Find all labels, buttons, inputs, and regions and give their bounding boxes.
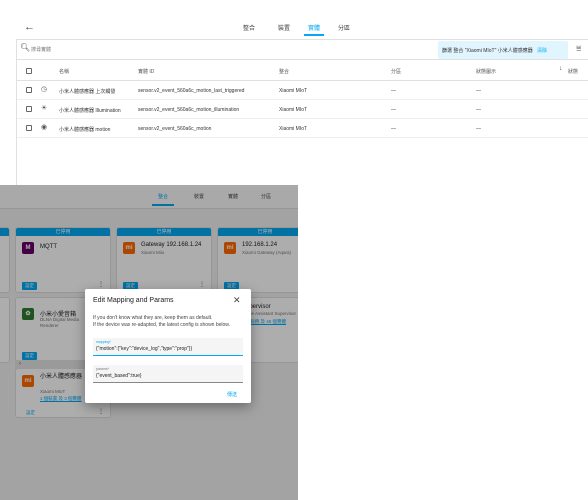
row-checkbox[interactable] (26, 125, 32, 131)
column-status[interactable]: 狀態圖示 (476, 68, 496, 75)
search-row: 🔍︎ 搜尋實體 篩選 整合 "Xiaomi MIoT" 小米人體感應器 清除 ⩸ (16, 40, 588, 60)
tab-integrations[interactable]: 整合 (231, 23, 267, 32)
params-value[interactable]: {"event_based":true} (96, 373, 142, 379)
mapping-field[interactable]: mapping* {"motion":{"key":"device_log","… (93, 338, 243, 356)
row-integration: Xiaomi MIoT (279, 126, 308, 132)
column-status-short: 狀態 (568, 69, 579, 75)
row-name: 小米人體感應器 上次觸發 (59, 89, 116, 95)
submit-button[interactable]: 傳送 (227, 391, 237, 398)
row-checkbox[interactable] (26, 87, 32, 93)
row-area: — (391, 126, 396, 132)
row-name: 小米人體感應器 Illumination (59, 108, 121, 114)
filter-icon[interactable]: ⩸ (576, 43, 581, 54)
column-name[interactable]: 名稱 (59, 68, 69, 75)
row-area: — (391, 88, 396, 94)
row-entity-id: sensor.v2_event_560a6c_motion (138, 126, 212, 132)
row-checkbox[interactable] (26, 106, 32, 112)
search-icon: 🔍︎ (20, 43, 31, 52)
row-integration: Xiaomi MIoT (279, 88, 308, 94)
clear-filter-button[interactable]: 清除 (537, 47, 547, 54)
params-field[interactable]: params* {"event_based":true} (93, 365, 243, 383)
row-integration: Xiaomi MIoT (279, 107, 308, 113)
dialog-description-line1: If you don't know what they are, keep th… (93, 315, 213, 321)
back-arrow-icon[interactable]: ← (24, 21, 35, 33)
column-area[interactable]: 分區 (391, 68, 401, 75)
row-name: 小米人體感應器 motion (59, 127, 111, 133)
close-icon[interactable]: ✕ (233, 295, 241, 306)
dialog-title: Edit Mapping and Params (93, 297, 174, 304)
row-status: — (476, 126, 481, 132)
clock-icon: ◷ (40, 86, 48, 93)
table-row[interactable]: ◷ 小米人體感應器 上次觸發 sensor.v2_event_560a6c_mo… (16, 81, 588, 100)
filter-chip: 篩選 整合 "Xiaomi MIoT" 小米人體感應器 清除 (438, 41, 568, 59)
tab-areas[interactable]: 分區 (326, 23, 362, 32)
top-tab-bar: ← 整合 裝置 實體 分區 (16, 18, 588, 40)
table-row[interactable]: ◉ 小米人體感應器 motion sensor.v2_event_560a6c_… (16, 119, 588, 138)
table-header: 名稱 實體 ID 整合 分區 狀態圖示 ↓ 狀態 (16, 61, 588, 81)
mapping-value[interactable]: {"motion":{"key":"device_log","type":"pr… (96, 346, 192, 352)
table-row[interactable]: ☀ 小米人體感應器 Illumination sensor.v2_event_5… (16, 100, 588, 119)
row-status: — (476, 88, 481, 94)
column-entity-id[interactable]: 實體 ID (138, 68, 154, 75)
row-entity-id: sensor.v2_event_560a6c_motion_illuminati… (138, 107, 240, 113)
eye-icon: ◉ (40, 124, 48, 131)
brightness-icon: ☀ (40, 105, 48, 112)
entities-panel: ← 整合 裝置 實體 分區 🔍︎ 搜尋實體 篩選 整合 "Xiaomi MIoT… (0, 0, 588, 185)
mapping-label: mapping* (96, 340, 111, 344)
select-all-checkbox[interactable] (26, 68, 32, 74)
dialog-description-line2: If the device was re-adapted, the latest… (93, 322, 231, 328)
edit-mapping-dialog: Edit Mapping and Params ✕ If you don't k… (85, 289, 251, 403)
row-status: — (476, 107, 481, 113)
params-label: params* (96, 367, 110, 371)
column-integration[interactable]: 整合 (279, 68, 289, 75)
search-input[interactable]: 搜尋實體 (31, 46, 51, 53)
row-area: — (391, 107, 396, 113)
divider (16, 40, 17, 185)
filter-text: 篩選 整合 "Xiaomi MIoT" 小米人體感應器 (442, 48, 533, 54)
sort-arrow-icon[interactable]: ↓ (559, 65, 563, 72)
row-entity-id: sensor.v2_event_560a6c_motion_last_trigg… (138, 88, 245, 94)
